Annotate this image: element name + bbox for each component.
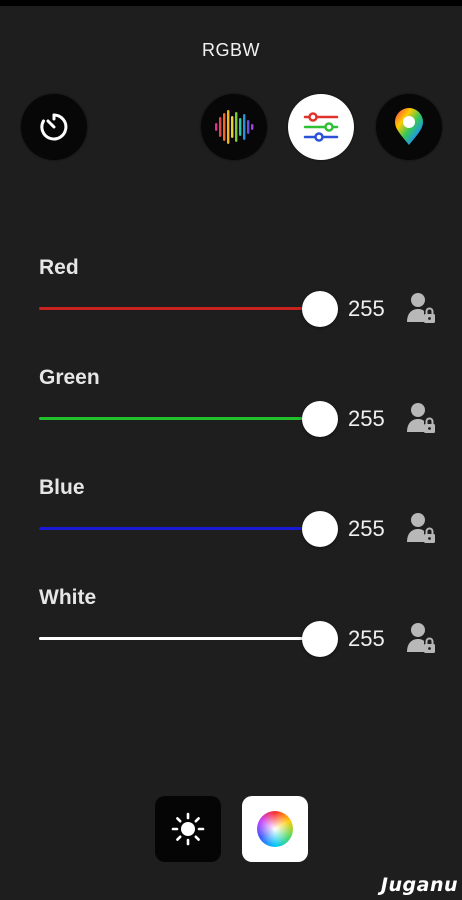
channel-slider-track[interactable] [39, 417, 320, 420]
timer-icon [40, 113, 68, 141]
brightness-button[interactable] [155, 796, 221, 862]
channel-slider-thumb[interactable] [302, 621, 338, 657]
page-title: RGBW [202, 40, 260, 60]
color-pin-icon [395, 108, 423, 145]
channel-row-red: Red 255 [0, 256, 462, 356]
channel-label: Red [39, 256, 79, 279]
channel-label: White [39, 586, 97, 609]
color-wheel-icon [257, 811, 293, 847]
channel-value: 255 [348, 516, 385, 541]
channel-slider-track[interactable] [39, 307, 320, 310]
user-lock-icon[interactable] [405, 401, 437, 435]
channel-value: 255 [348, 406, 385, 431]
channel-slider-thumb[interactable] [302, 511, 338, 547]
sliders-icon [303, 112, 339, 142]
music-mode-button[interactable] [201, 94, 267, 160]
timer-button[interactable] [21, 94, 87, 160]
user-lock-icon[interactable] [405, 291, 437, 325]
channel-value: 255 [348, 626, 385, 651]
channel-slider-thumb[interactable] [302, 291, 338, 327]
channel-value: 255 [348, 296, 385, 321]
brand-logo: Juganu [380, 874, 458, 896]
channel-slider-track[interactable] [39, 637, 320, 640]
channel-row-blue: Blue 255 [0, 476, 462, 576]
channel-row-white: White 255 [0, 586, 462, 686]
channel-row-green: Green 255 [0, 366, 462, 466]
user-lock-icon[interactable] [405, 621, 437, 655]
channel-slider-track[interactable] [39, 527, 320, 530]
channel-slider-thumb[interactable] [302, 401, 338, 437]
sliders-mode-button[interactable] [288, 94, 354, 160]
channel-label: Blue [39, 476, 85, 499]
color-wheel-button[interactable] [242, 796, 308, 862]
brightness-icon [171, 812, 205, 846]
user-lock-icon[interactable] [405, 511, 437, 545]
music-equalizer-icon [215, 110, 254, 144]
channel-label: Green [39, 366, 100, 389]
palette-mode-button[interactable] [376, 94, 442, 160]
app-screen: RGBW Red 255 Green 255 Blue 255 White 25… [0, 6, 462, 900]
